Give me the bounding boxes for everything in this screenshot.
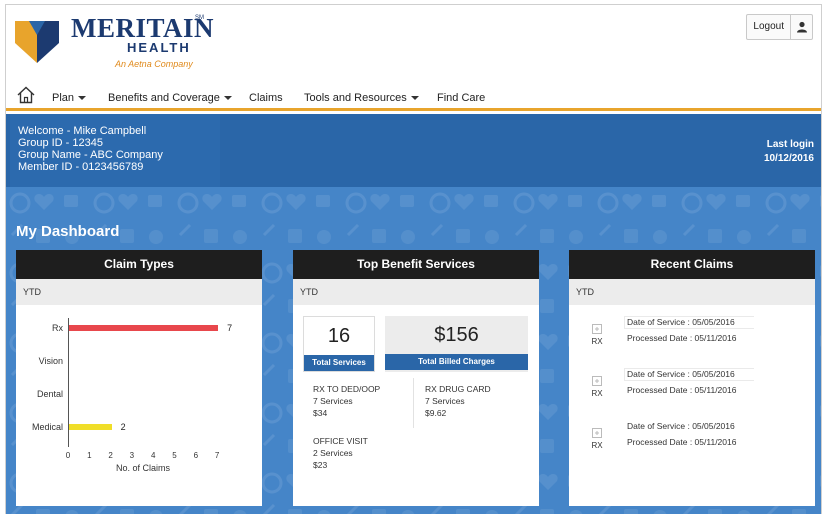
brand-health: HEALTH: [127, 40, 191, 55]
claim-processed-date: Processed Date : 05/11/2016: [627, 333, 737, 343]
chart-tick-label: 5: [172, 451, 177, 460]
claim-types-title: Claim Types: [16, 250, 262, 279]
welcome-banner: Welcome - Mike Campbell Group ID - 12345…: [6, 114, 821, 187]
total-charges-value: $156: [434, 324, 479, 346]
app-frame: MERITAIN SM HEALTH An Aetna Company Logo…: [5, 4, 822, 514]
service-name: OFFICE VISIT: [313, 436, 368, 446]
claim-processed-date: Processed Date : 05/11/2016: [627, 385, 737, 395]
total-services-stat: 16 Total Services: [303, 316, 375, 372]
chart-category-label: Medical: [31, 422, 63, 432]
service-name: RX TO DED/OOP: [313, 384, 381, 394]
service-item: RX DRUG CARD 7 Services $9.62: [425, 383, 491, 419]
top-benefits-title: Top Benefit Services: [293, 250, 539, 279]
brand-tagline: An Aetna Company: [115, 59, 193, 69]
chevron-down-icon: [410, 96, 419, 101]
total-services-value: 16: [327, 325, 351, 347]
chart-tick-label: 4: [150, 451, 156, 460]
nav-plan-label: Plan: [52, 92, 75, 104]
chart-tick-label: 6: [193, 451, 199, 460]
claim-type: RX: [591, 337, 603, 346]
logout-button[interactable]: Logout: [747, 15, 790, 39]
chart-bar: [69, 424, 112, 430]
welcome-text: Welcome - Mike Campbell: [18, 125, 147, 137]
dashboard: My Dashboard Claim Types YTD Rx 7 Vision De…: [6, 187, 821, 514]
total-charges-label: Total Billed Charges: [385, 354, 528, 370]
service-item: OFFICE VISIT 2 Services $23: [313, 435, 368, 471]
nav-benefits-label: Benefits and Coverage: [108, 92, 220, 104]
chevron-down-icon: [223, 96, 232, 101]
site-header: MERITAIN SM HEALTH An Aetna Company Logo…: [6, 5, 821, 85]
brand-servicemark: SM: [195, 15, 204, 21]
user-icon[interactable]: [790, 15, 812, 39]
nav-claims-label: Claims: [249, 92, 283, 104]
pharmacy-icon: [592, 324, 602, 334]
service-count: 7 Services: [313, 396, 353, 406]
claim-types-card: Claim Types YTD Rx 7 Vision Dental Medical 2 0…: [16, 250, 262, 506]
nav-find-care[interactable]: Find Care: [437, 92, 485, 104]
service-amount: $9.62: [425, 408, 447, 418]
claim-processed-date: Processed Date : 05/11/2016: [627, 437, 737, 447]
total-charges-stat: $156 Total Billed Charges: [385, 316, 528, 372]
home-icon[interactable]: [16, 85, 36, 110]
nav-plan[interactable]: Plan: [52, 92, 87, 104]
main-nav: Plan Benefits and Coverage Claims Tools …: [6, 85, 821, 111]
chart-tick-label: 1: [87, 451, 92, 460]
last-login-label: Last login: [766, 139, 814, 150]
recent-claims-card: Recent Claims YTD RX Date of Service : 0…: [569, 250, 815, 506]
page-title: My Dashboard: [16, 223, 120, 240]
chart-tick-label: 2: [108, 451, 113, 460]
logout-control[interactable]: Logout: [746, 14, 813, 40]
claim-type: RX: [591, 389, 603, 398]
chart-data-label: 2: [120, 422, 126, 432]
service-count: 7 Services: [425, 396, 465, 406]
claim-types-period: YTD: [16, 279, 262, 305]
chart-category-label: Vision: [38, 356, 63, 366]
claim-date-of-service: Date of Service : 05/05/2016: [627, 421, 735, 431]
claim-type: RX: [591, 441, 603, 450]
service-amount: $34: [313, 408, 328, 418]
service-amount: $23: [313, 460, 328, 470]
meritain-logo[interactable]: MERITAIN SM HEALTH An Aetna Company: [15, 13, 214, 77]
recent-claims-period: YTD: [569, 279, 815, 305]
nav-benefits-and-coverage[interactable]: Benefits and Coverage: [108, 92, 232, 104]
nav-claims[interactable]: Claims: [249, 92, 283, 104]
nav-tools-label: Tools and Resources: [304, 92, 407, 104]
group-id-text: Group ID - 12345: [18, 137, 103, 149]
top-benefit-services-card: Top Benefit Services YTD 16 Total Servic…: [293, 250, 539, 506]
pharmacy-icon: [592, 428, 602, 438]
chart-x-axis-label: No. of Claims: [116, 463, 171, 473]
chart-tick-label: 7: [214, 451, 220, 460]
top-benefits-period: YTD: [293, 279, 539, 305]
chart-category-label: Dental: [36, 389, 63, 399]
service-count: 2 Services: [313, 448, 353, 458]
member-info: Welcome - Mike Campbell Group ID - 12345…: [10, 114, 220, 187]
nav-tools-and-resources[interactable]: Tools and Resources: [304, 92, 419, 104]
last-login-date: 10/12/2016: [763, 153, 814, 164]
chart-category-label: Rx: [52, 323, 63, 333]
recent-claims-title: Recent Claims: [569, 250, 815, 279]
group-name-text: Group Name - ABC Company: [18, 149, 163, 161]
pharmacy-icon: [592, 376, 602, 386]
claim-date-of-service: Date of Service : 05/05/2016: [627, 369, 735, 379]
member-id-text: Member ID - 0123456789: [18, 161, 144, 173]
chart-tick-label: 0: [65, 451, 71, 460]
chart-bar: [69, 325, 219, 331]
chart-tick-label: 3: [129, 451, 135, 460]
total-services-label: Total Services: [304, 355, 374, 371]
services-divider: [413, 378, 414, 428]
service-name: RX DRUG CARD: [425, 384, 491, 394]
chart-data-label: 7: [227, 323, 233, 333]
claim-date-of-service: Date of Service : 05/05/2016: [627, 317, 735, 327]
nav-find-care-label: Find Care: [437, 92, 486, 104]
service-item: RX TO DED/OOP 7 Services $34: [313, 383, 380, 419]
meritain-shield-icon: [15, 21, 59, 63]
chevron-down-icon: [78, 96, 87, 101]
